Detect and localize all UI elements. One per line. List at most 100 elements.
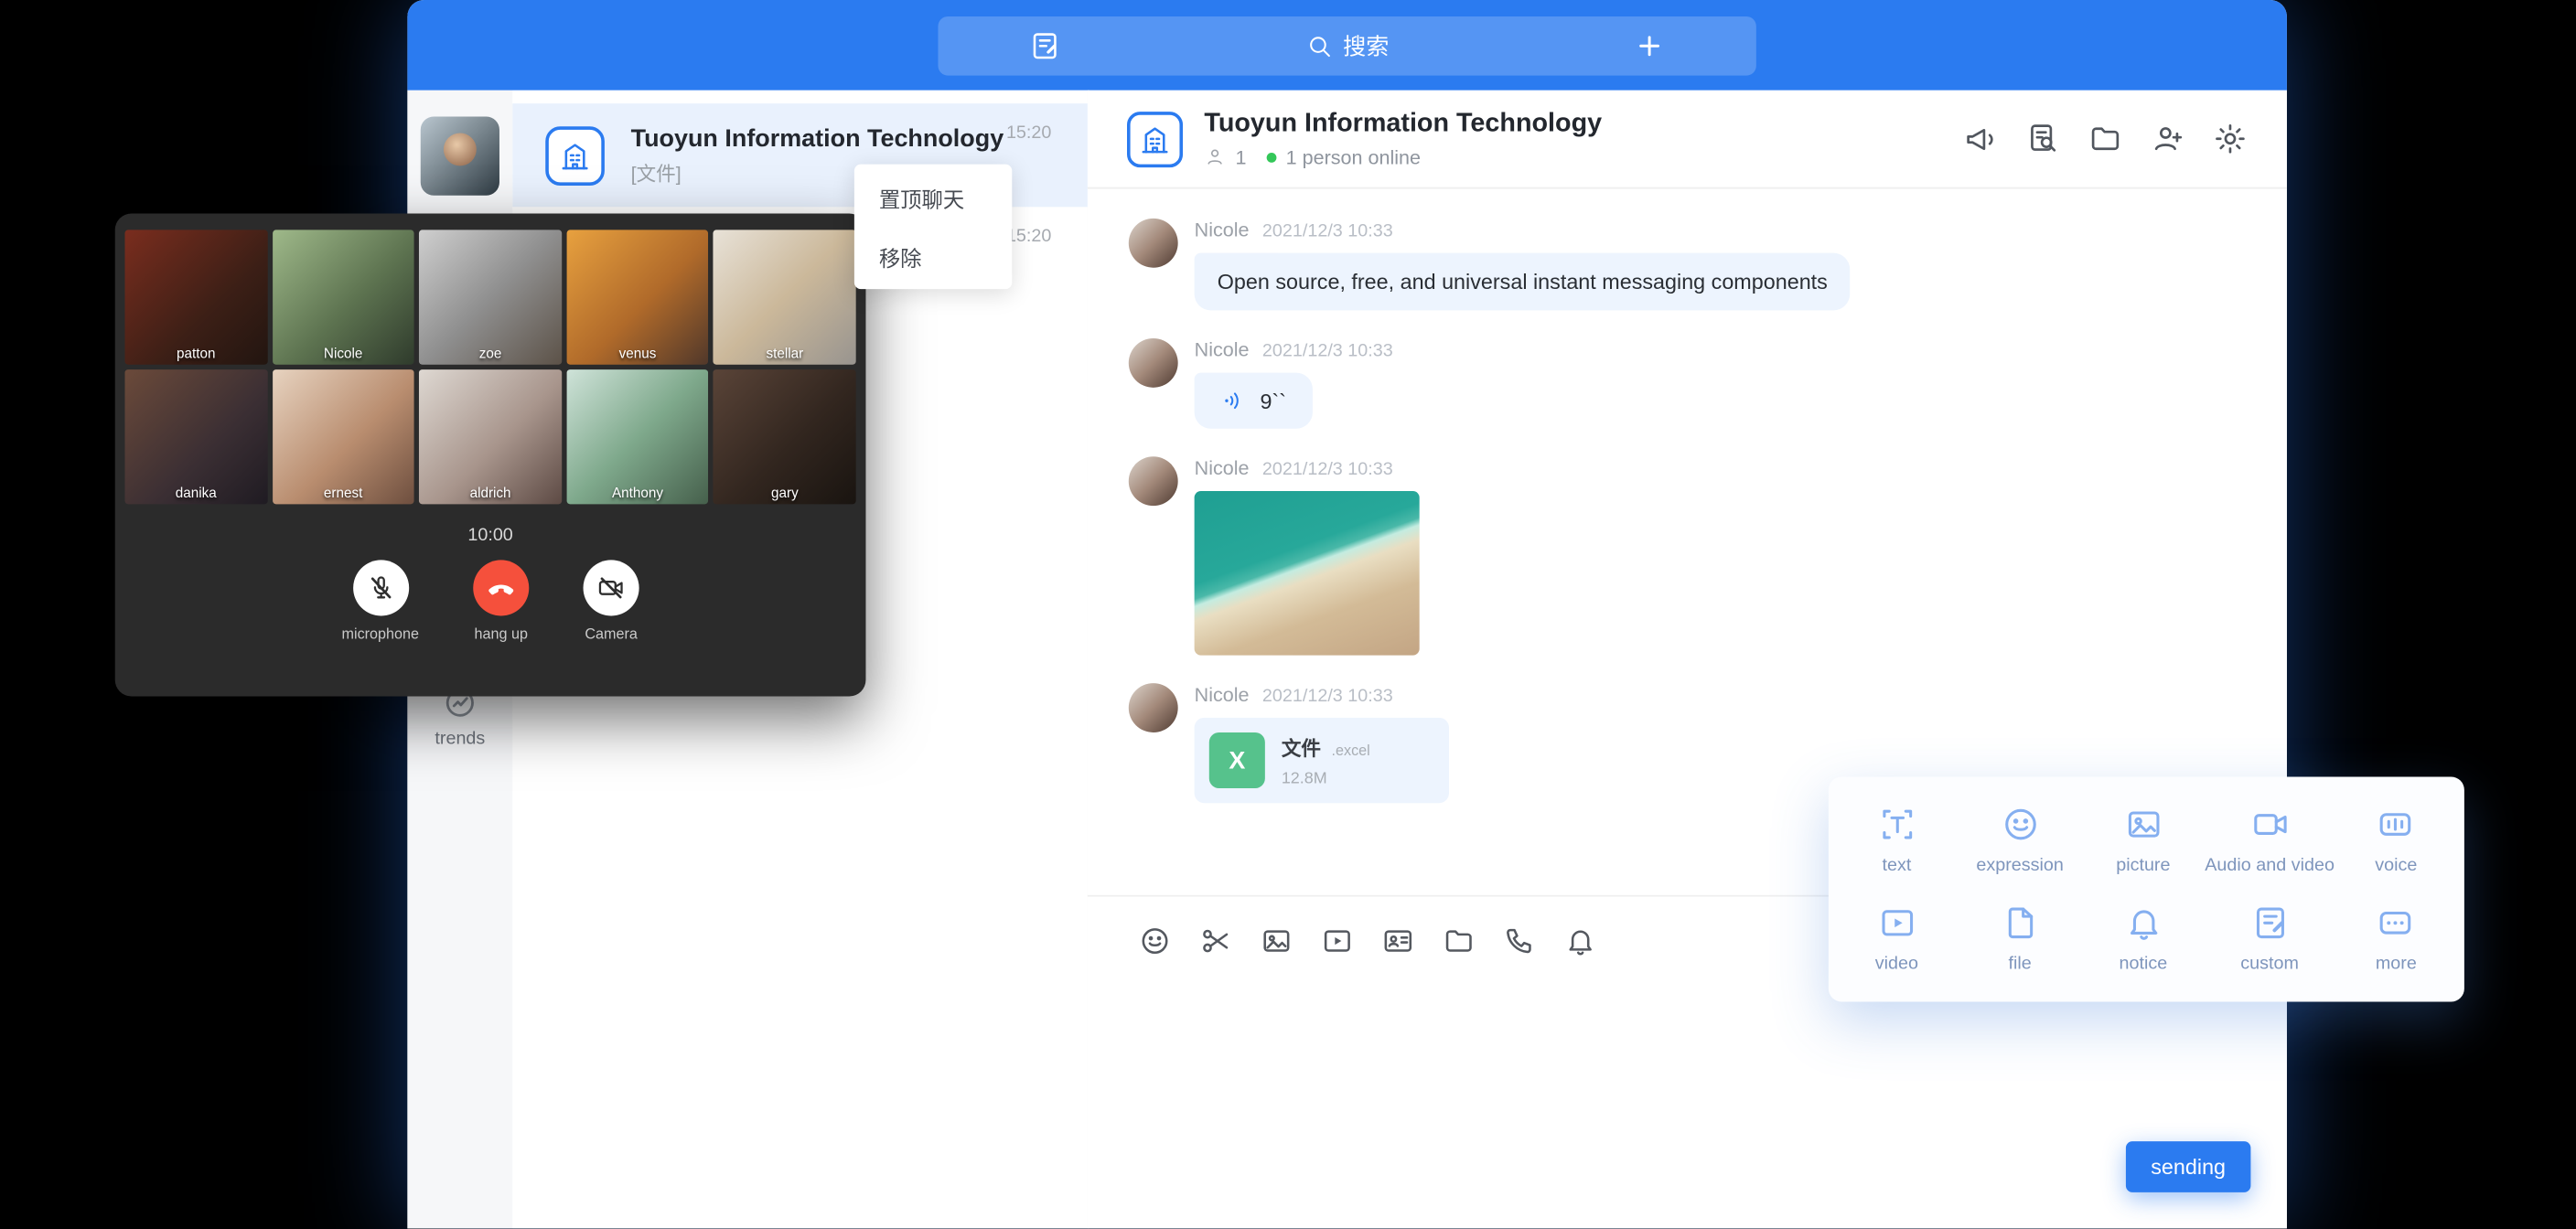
avatar[interactable] bbox=[1129, 338, 1178, 388]
feature-picture[interactable]: picture bbox=[2082, 790, 2206, 890]
message-time: 2021/12/3 10:33 bbox=[1262, 342, 1393, 362]
phone-icon[interactable] bbox=[1503, 924, 1536, 957]
feature-voice[interactable]: voice bbox=[2334, 790, 2458, 890]
camera-button[interactable] bbox=[584, 560, 639, 615]
excel-file-icon: X bbox=[1209, 732, 1265, 788]
hangup-label: hang up bbox=[475, 625, 528, 642]
file-card[interactable]: X 文件 .excel 12.8M bbox=[1195, 718, 1449, 803]
note-icon bbox=[2250, 903, 2290, 943]
gear-icon[interactable] bbox=[2213, 122, 2248, 156]
compose-button[interactable] bbox=[938, 16, 1151, 76]
participant-name: aldrich bbox=[419, 485, 562, 501]
folder-icon[interactable] bbox=[1443, 924, 1476, 957]
feature-label: video bbox=[1875, 955, 1918, 975]
beach-photo[interactable] bbox=[1195, 491, 1420, 656]
feature-video[interactable]: video bbox=[1835, 889, 1959, 989]
group-building-icon bbox=[545, 125, 605, 185]
hangup-icon bbox=[485, 572, 518, 604]
doc-search-icon[interactable] bbox=[2025, 122, 2060, 156]
feature-notice[interactable]: notice bbox=[2082, 889, 2206, 989]
online-status: 1 person online bbox=[1286, 145, 1421, 168]
message-image: Nicole 2021/12/3 10:33 bbox=[1129, 456, 2248, 655]
online-dot bbox=[1266, 152, 1276, 162]
user-add-icon[interactable] bbox=[2151, 122, 2185, 156]
hangup-control: hang up bbox=[473, 560, 529, 642]
feature-custom[interactable]: custom bbox=[2205, 889, 2334, 989]
search-input[interactable]: 搜索 bbox=[1152, 16, 1542, 76]
scissors-icon[interactable] bbox=[1199, 924, 1232, 957]
feature-text[interactable]: text bbox=[1835, 790, 1959, 890]
message-author: Nicole bbox=[1195, 338, 1250, 361]
chat-header: Tuoyun Information Technology 1 1 person… bbox=[1088, 91, 2287, 189]
chat-header-text: Tuoyun Information Technology 1 1 person… bbox=[1204, 109, 1602, 168]
file-name: 文件 bbox=[1282, 736, 1321, 759]
feature-label: more bbox=[2376, 955, 2417, 975]
participant-tile: danika bbox=[124, 369, 267, 504]
feature-label: picture bbox=[2116, 855, 2170, 875]
camera-control: Camera bbox=[584, 560, 639, 642]
message-author: Nicole bbox=[1195, 683, 1250, 706]
video-icon[interactable] bbox=[1321, 924, 1354, 957]
search-icon bbox=[1305, 33, 1332, 59]
message-text: Nicole 2021/12/3 10:33 Open source, free… bbox=[1129, 219, 2248, 311]
note-icon bbox=[1028, 29, 1061, 62]
microphone-button[interactable] bbox=[352, 560, 408, 615]
participant-tile: patton bbox=[124, 230, 267, 364]
chat-title: Tuoyun Information Technology bbox=[631, 124, 1004, 153]
file-icon bbox=[2001, 903, 2040, 943]
participant-name: ernest bbox=[272, 485, 414, 501]
message-voice: Nicole 2021/12/3 10:33 9`` bbox=[1129, 338, 2248, 429]
search-placeholder: 搜索 bbox=[1343, 29, 1389, 62]
menu-item-pin-chat[interactable]: 置顶聊天 bbox=[854, 167, 1012, 227]
contact-card-icon[interactable] bbox=[1381, 924, 1414, 957]
participant-tile: zoe bbox=[419, 230, 562, 364]
chat-header-actions bbox=[1963, 122, 2248, 156]
participant-tile: stellar bbox=[714, 230, 856, 364]
menu-item-remove[interactable]: 移除 bbox=[854, 227, 1012, 286]
announcement-icon[interactable] bbox=[1963, 122, 1998, 156]
call-controls: microphone hang up Camera bbox=[124, 560, 855, 642]
user-avatar[interactable] bbox=[421, 117, 499, 196]
member-icon bbox=[1204, 146, 1225, 167]
trends-label: trends bbox=[435, 729, 485, 749]
feature-label: expression bbox=[1976, 855, 2064, 875]
feature-more[interactable]: more bbox=[2334, 889, 2458, 989]
avatar[interactable] bbox=[1129, 456, 1178, 506]
emoji-icon bbox=[2001, 805, 2040, 844]
send-button[interactable]: sending bbox=[2126, 1141, 2250, 1192]
image-icon bbox=[2123, 805, 2163, 844]
message-author: Nicole bbox=[1195, 456, 1250, 479]
feature-expression[interactable]: expression bbox=[1959, 790, 2082, 890]
context-menu: 置顶聊天 移除 bbox=[854, 165, 1012, 289]
participant-tile: gary bbox=[714, 369, 856, 504]
participant-name: zoe bbox=[419, 345, 562, 361]
feature-label: text bbox=[1882, 855, 1911, 875]
building-icon bbox=[559, 139, 592, 172]
participant-tile: Anthony bbox=[566, 369, 709, 504]
avatar[interactable] bbox=[1129, 219, 1178, 268]
image-icon[interactable] bbox=[1260, 924, 1293, 957]
participant-tile: venus bbox=[566, 230, 709, 364]
chat-area: Tuoyun Information Technology 1 1 person… bbox=[1088, 91, 2287, 1229]
feature-file[interactable]: file bbox=[1959, 889, 2082, 989]
chat-time: 15:20 bbox=[1006, 227, 1051, 247]
folder-icon[interactable] bbox=[2088, 122, 2123, 156]
camera-label: Camera bbox=[585, 625, 637, 642]
bell-icon[interactable] bbox=[1564, 924, 1597, 957]
bell-icon bbox=[2123, 903, 2163, 943]
stage: 搜索 trends Tuoyun Information T bbox=[0, 0, 2576, 1228]
voice-bubble[interactable]: 9`` bbox=[1195, 373, 1313, 429]
video-icon bbox=[1877, 903, 1916, 943]
participant-tile: Nicole bbox=[272, 230, 414, 364]
add-button[interactable] bbox=[1542, 16, 1755, 76]
top-bar: 搜索 bbox=[407, 0, 2287, 91]
emoji-icon[interactable] bbox=[1139, 924, 1172, 957]
avatar[interactable] bbox=[1129, 683, 1178, 732]
message-author: Nicole bbox=[1195, 219, 1250, 241]
feature-audio-video[interactable]: Audio and video bbox=[2205, 790, 2334, 890]
participant-name: stellar bbox=[714, 345, 856, 361]
more-icon bbox=[2377, 903, 2416, 943]
hangup-button[interactable] bbox=[473, 560, 529, 615]
audio-video-icon bbox=[2250, 805, 2290, 844]
participant-tile: aldrich bbox=[419, 369, 562, 504]
